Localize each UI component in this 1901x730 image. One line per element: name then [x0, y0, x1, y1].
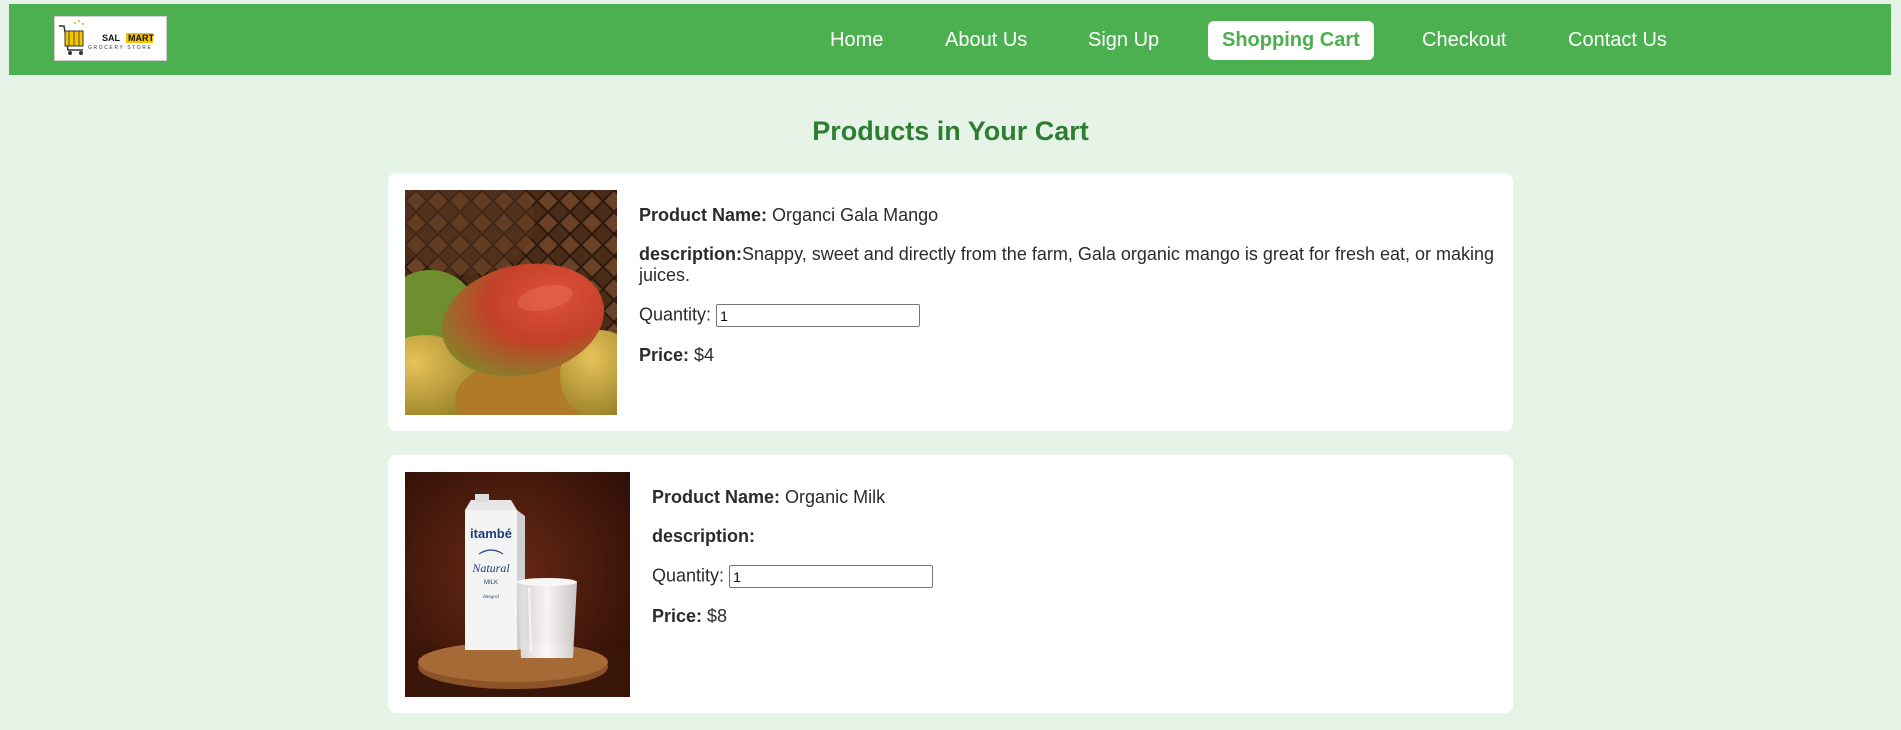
product-info: Product Name: Organic Milk description: … [652, 487, 1497, 645]
nav-about-us[interactable]: About Us [945, 21, 1027, 60]
price-row: Price: $4 [639, 345, 715, 365]
nav-sign-up[interactable]: Sign Up [1088, 21, 1159, 60]
nav-home[interactable]: Home [830, 21, 883, 60]
navbar: SAL MART GROCERY STORE Home About Us Sig… [9, 4, 1891, 75]
product-image-milk: itambé Natural MILK Integral [405, 472, 630, 697]
nav-links: Home About Us Sign Up Shopping Cart Chec… [9, 4, 1891, 75]
cart-item: Product Name: Organci Gala Mango descrip… [388, 173, 1513, 431]
svg-text:Integral: Integral [482, 595, 500, 600]
product-name-row: Product Name: Organci Gala Mango [639, 205, 939, 225]
product-name-row: Product Name: Organic Milk [652, 487, 886, 507]
quantity-row: Quantity: [652, 565, 1497, 588]
product-info: Product Name: Organci Gala Mango descrip… [639, 205, 1497, 384]
quantity-row: Quantity: [639, 304, 1497, 327]
svg-text:itambé: itambé [470, 526, 512, 541]
nav-checkout[interactable]: Checkout [1422, 21, 1507, 60]
product-description-row: description: [652, 526, 756, 546]
product-description-row: description:Snappy, sweet and directly f… [639, 244, 1495, 285]
cart-item: itambé Natural MILK Integral Product Nam… [388, 455, 1513, 713]
svg-text:MILK: MILK [484, 580, 498, 586]
product-price: $8 [707, 606, 728, 626]
product-description: Snappy, sweet and directly from the farm… [639, 244, 1495, 285]
price-row: Price: $8 [652, 606, 728, 626]
svg-text:Natural: Natural [471, 561, 510, 575]
product-image-mango [405, 190, 617, 415]
quantity-input[interactable] [716, 304, 921, 327]
page-title: Products in Your Cart [812, 116, 1089, 146]
product-name: Organic Milk [785, 487, 886, 507]
nav-shopping-cart[interactable]: Shopping Cart [1208, 21, 1374, 60]
nav-contact-us[interactable]: Contact Us [1568, 21, 1667, 60]
product-name: Organci Gala Mango [772, 205, 939, 225]
quantity-input[interactable] [729, 565, 934, 588]
product-price: $4 [694, 345, 715, 365]
